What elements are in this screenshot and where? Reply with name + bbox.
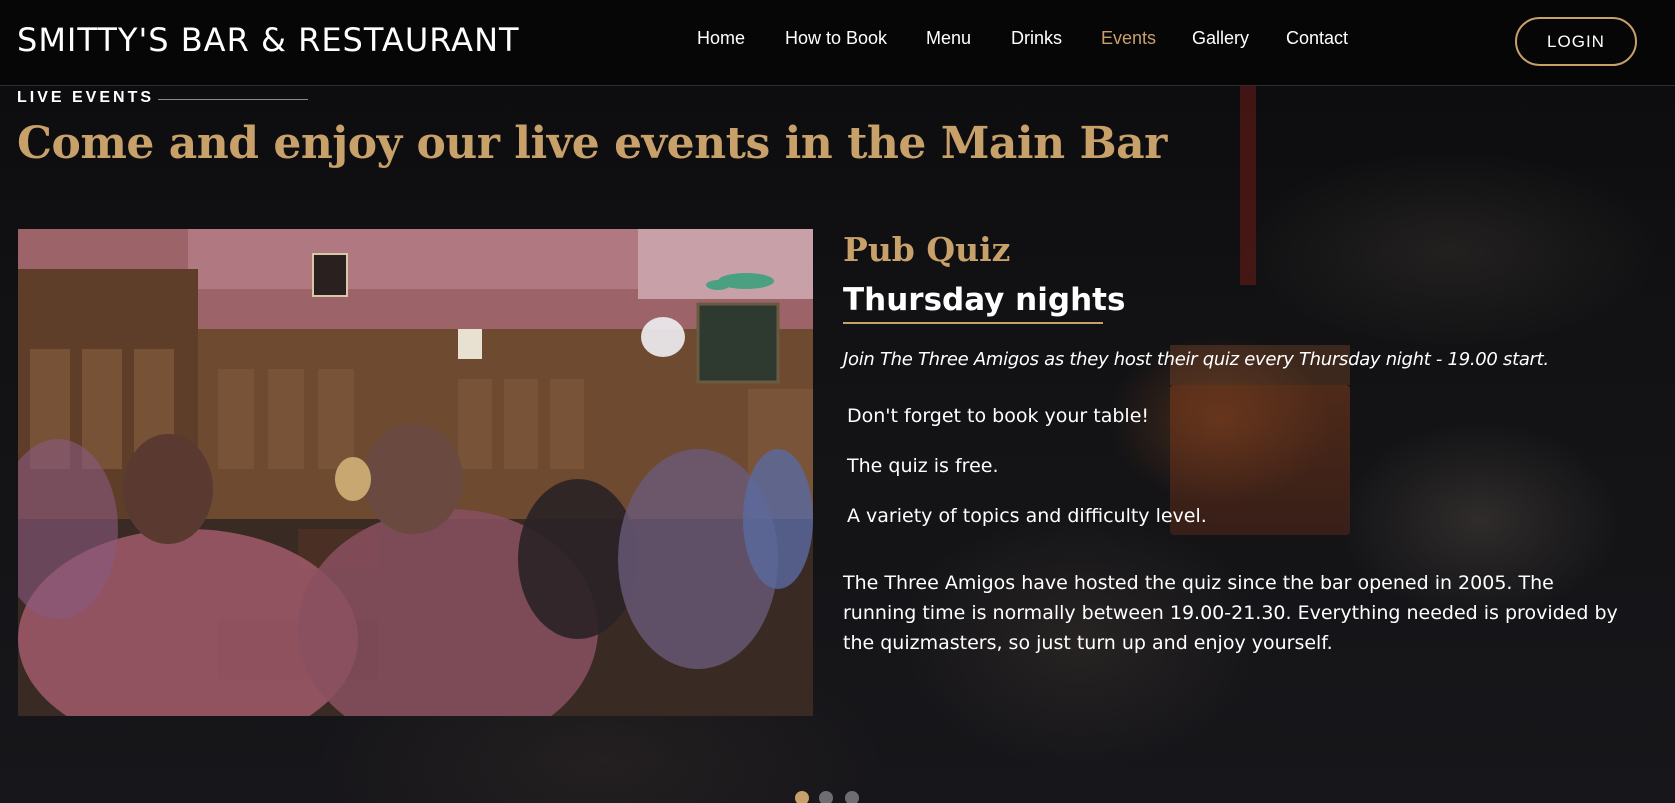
login-button[interactable]: LOGIN <box>1515 17 1637 66</box>
event-point: The quiz is free. <box>847 455 999 477</box>
nav-drinks[interactable]: Drinks <box>1011 28 1062 49</box>
event-point: A variety of topics and difficulty level… <box>847 505 1207 527</box>
event-description: The Three Amigos have hosted the quiz si… <box>843 572 1618 654</box>
section-eyebrow: LIVE EVENTS <box>17 89 155 106</box>
nav-events[interactable]: Events <box>1101 28 1156 49</box>
nav-gallery[interactable]: Gallery <box>1192 28 1249 49</box>
site-header: SMITTY'S BAR & RESTAURANT Home How to Bo… <box>0 0 1675 86</box>
eyebrow-divider <box>158 99 308 100</box>
schedule-underline <box>843 322 1103 324</box>
pub-interior-illustration <box>18 229 813 716</box>
event-title: Pub Quiz <box>843 230 1011 269</box>
background-pole <box>1240 85 1256 285</box>
brand-logo[interactable]: SMITTY'S BAR & RESTAURANT <box>17 21 520 59</box>
nav-home[interactable]: Home <box>697 28 745 49</box>
section-headline: Come and enjoy our live events in the Ma… <box>17 118 1167 169</box>
nav-contact[interactable]: Contact <box>1286 28 1348 49</box>
event-point: Don't forget to book your table! <box>847 405 1150 427</box>
carousel-dot-3[interactable] <box>845 791 859 803</box>
nav-menu[interactable]: Menu <box>926 28 971 49</box>
event-intro: Join The Three Amigos as they host their… <box>843 349 1549 370</box>
event-schedule: Thursday nights <box>843 282 1126 318</box>
nav-how-to-book[interactable]: How to Book <box>785 28 887 49</box>
event-photo <box>18 229 813 716</box>
carousel-dot-1[interactable] <box>795 791 809 803</box>
carousel-dot-2[interactable] <box>819 791 833 803</box>
